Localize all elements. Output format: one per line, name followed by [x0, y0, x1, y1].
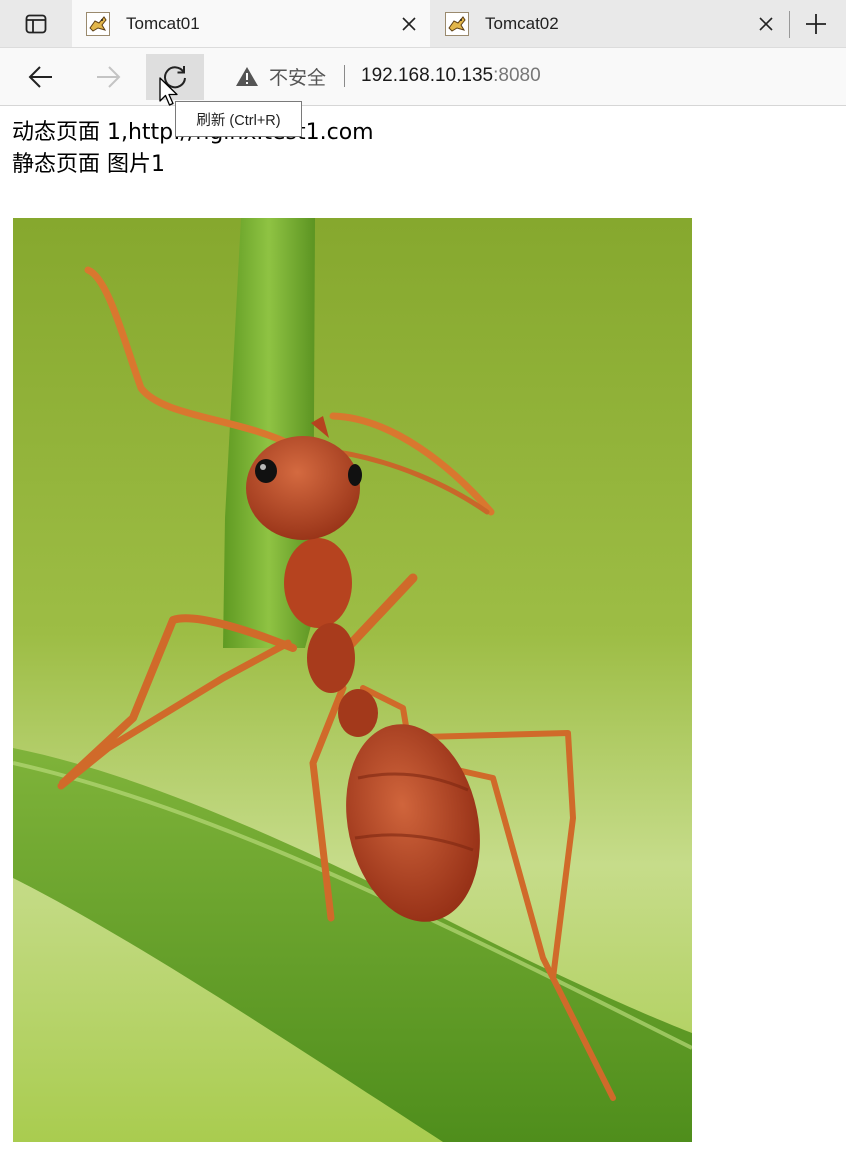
back-button[interactable] — [12, 54, 70, 100]
refresh-tooltip: 刷新 (Ctrl+R) — [175, 101, 302, 137]
tab-title: Tomcat01 — [126, 13, 200, 33]
tab-tomcat01[interactable]: Tomcat01 — [72, 0, 430, 47]
back-arrow-icon — [28, 66, 52, 88]
security-status[interactable]: 不安全 — [269, 63, 326, 90]
forward-button[interactable] — [79, 54, 137, 100]
close-tab-button[interactable] — [749, 7, 783, 41]
url-text[interactable]: 192.168.10.135:8080 — [361, 65, 541, 87]
tab-title: Tomcat02 — [485, 13, 559, 33]
forward-arrow-icon — [97, 66, 121, 88]
tomcat-favicon — [445, 11, 469, 36]
tab-actions-icon — [25, 14, 47, 33]
tab-divider — [789, 11, 790, 38]
static-page-text: 静态页面 图片1 — [12, 152, 165, 177]
warning-icon[interactable] — [235, 66, 259, 87]
tab-actions-button[interactable] — [0, 0, 72, 47]
tab-tomcat02[interactable]: Tomcat02 — [431, 0, 787, 47]
address-divider — [344, 65, 346, 87]
close-tab-button[interactable] — [392, 7, 426, 41]
address-bar[interactable]: 不安全 192.168.10.135:8080 — [219, 53, 846, 99]
close-icon — [759, 16, 773, 31]
url-host: 192.168.10.135 — [361, 65, 494, 86]
url-port: :8080 — [493, 65, 541, 86]
tab-strip: Tomcat01 Tomcat02 — [0, 0, 846, 48]
ant-photo — [13, 218, 692, 1142]
close-icon — [402, 16, 416, 31]
toolbar: 不安全 192.168.10.135:8080 — [0, 48, 846, 106]
tomcat-favicon — [86, 11, 110, 36]
new-tab-button[interactable] — [796, 6, 836, 42]
mouse-cursor-icon — [159, 77, 178, 106]
plus-icon — [806, 14, 826, 34]
